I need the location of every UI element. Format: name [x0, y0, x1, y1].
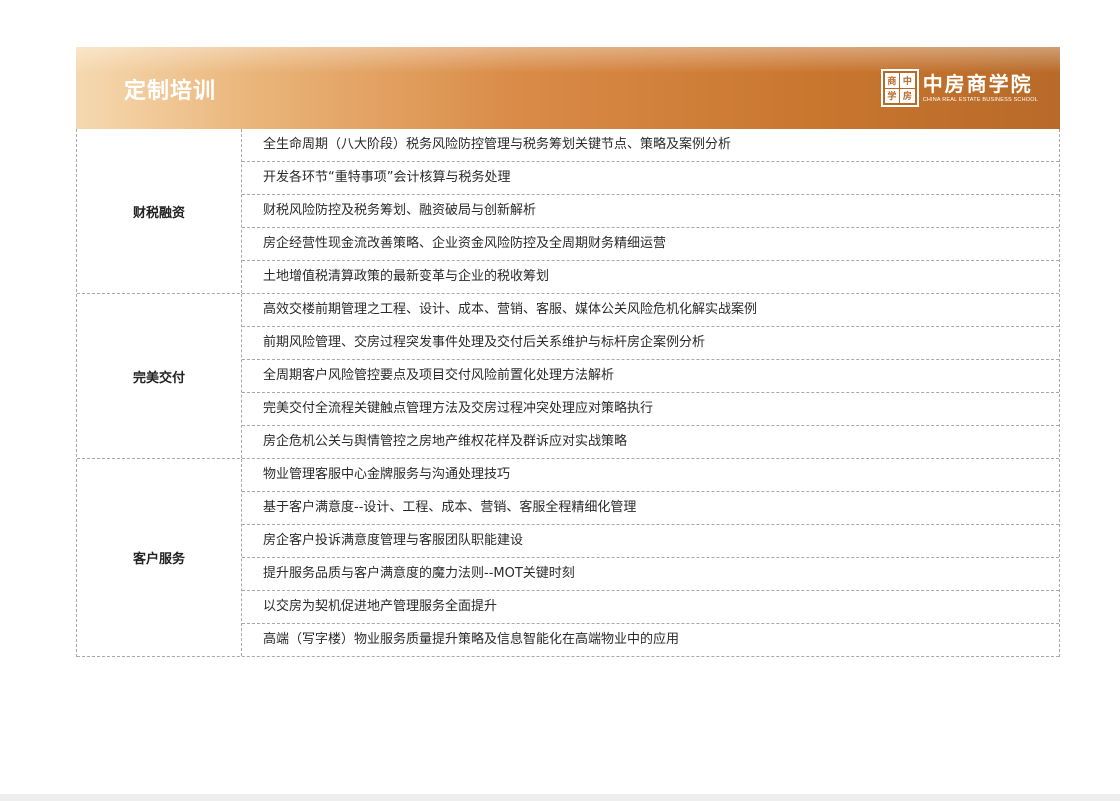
- course-item: 基于客户满意度--设计、工程、成本、营销、客服全程精细化管理: [242, 492, 1059, 525]
- course-list: 高效交楼前期管理之工程、设计、成本、营销、客服、媒体公关风险危机化解实战案例 前…: [242, 294, 1059, 458]
- seal-char: 商: [884, 73, 900, 88]
- course-item: 前期风险管理、交房过程突发事件处理及交付后关系维护与标杆房企案例分析: [242, 327, 1059, 360]
- course-item: 房企客户投诉满意度管理与客服团队职能建设: [242, 525, 1059, 558]
- course-item: 全周期客户风险管控要点及项目交付风险前置化处理方法解析: [242, 360, 1059, 393]
- course-item: 以交房为契机促进地产管理服务全面提升: [242, 591, 1059, 624]
- page-title: 定制培训: [124, 79, 217, 104]
- course-group-finance: 财税融资 全生命周期（八大阶段）税务风险防控管理与税务筹划关键节点、策略及案例分…: [77, 129, 1059, 294]
- seal-char: 中: [900, 73, 915, 88]
- course-item: 全生命周期（八大阶段）税务风险防控管理与税务筹划关键节点、策略及案例分析: [242, 129, 1059, 162]
- course-list: 全生命周期（八大阶段）税务风险防控管理与税务筹划关键节点、策略及案例分析 开发各…: [242, 129, 1059, 293]
- logo-name-en: CHINA REAL ESTATE BUSINESS SCHOOL: [922, 97, 1038, 103]
- course-item: 土地增值税清算政策的最新变革与企业的税收筹划: [263, 269, 550, 284]
- logo-name-cn: 中房商学院: [922, 72, 1033, 96]
- course-item: 提升服务品质与客户满意度的魔力法则--MOT关键时刻: [242, 558, 1059, 591]
- logo-text: 中房商学院 CHINA REAL ESTATE BUSINESS SCHOOL: [923, 72, 1038, 104]
- seal-icon: 商 中 学 房: [880, 69, 919, 107]
- course-item: 财税风险防控及税务筹划、融资破局与创新解析: [242, 195, 1059, 228]
- course-item: 高效交楼前期管理之工程、设计、成本、营销、客服、媒体公关风险危机化解实战案例: [242, 294, 1059, 327]
- course-item: 完美交付全流程关键触点管理方法及交房过程冲突处理应对策略执行: [242, 393, 1059, 426]
- school-logo: 商 中 学 房 中房商学院 CHINA REAL ESTATE BUSINESS…: [880, 67, 1038, 109]
- training-card: 定制培训 商 中 学 房 中房商学院 CHINA REAL ESTATE BUS…: [76, 47, 1060, 657]
- footer-bar: [0, 794, 1120, 801]
- course-group-service: 客户服务 物业管理客服中心金牌服务与沟通处理技巧 基于客户满意度--设计、工程、…: [77, 459, 1059, 657]
- course-item: 开发各环节“重特事项”会计核算与税务处理: [242, 162, 1059, 195]
- course-table: 财税融资 全生命周期（八大阶段）税务风险防控管理与税务筹划关键节点、策略及案例分…: [76, 129, 1060, 657]
- category-label: 完美交付: [77, 294, 242, 458]
- seal-char: 房: [900, 88, 915, 103]
- course-group-delivery: 完美交付 高效交楼前期管理之工程、设计、成本、营销、客服、媒体公关风险危机化解实…: [77, 294, 1059, 459]
- course-item: 高端（写字楼）物业服务质量提升策略及信息智能化在高端物业中的应用: [263, 632, 680, 647]
- course-item: 房企经营性现金流改善策略、企业资金风险防控及全周期财务精细运营: [242, 228, 1059, 261]
- course-list: 物业管理客服中心金牌服务与沟通处理技巧 基于客户满意度--设计、工程、成本、营销…: [242, 459, 1059, 656]
- category-label: 财税融资: [77, 129, 242, 293]
- seal-char: 学: [884, 88, 900, 103]
- header-banner: 定制培训 商 中 学 房 中房商学院 CHINA REAL ESTATE BUS…: [76, 47, 1060, 129]
- course-item: 房企危机公关与舆情管控之房地产维权花样及群诉应对实战策略: [263, 434, 628, 449]
- category-label: 客户服务: [77, 459, 242, 656]
- course-item: 物业管理客服中心金牌服务与沟通处理技巧: [242, 459, 1059, 492]
